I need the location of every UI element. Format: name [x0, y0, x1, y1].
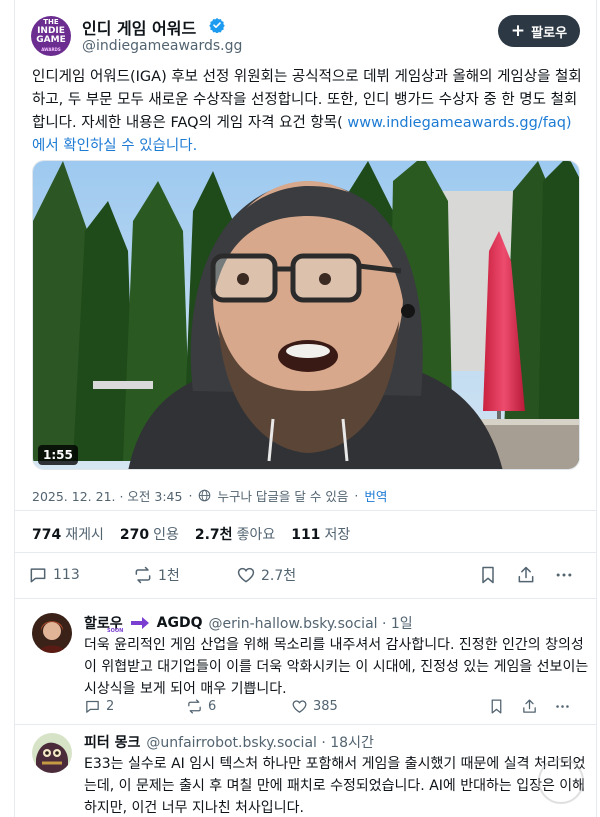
author-handle[interactable]: @indiegameawards.gg: [82, 38, 242, 54]
comment-icon: [86, 700, 99, 713]
reply-like-count: 385: [313, 699, 338, 714]
reply-avatar[interactable]: [32, 733, 72, 773]
post-timestamp[interactable]: 2025. 12. 21. · 오전 3:45: [32, 486, 182, 505]
heart-icon: [292, 700, 307, 713]
post-page: THE INDIE GAME AWARDS 인디 게임 어워드 @indiega…: [0, 0, 600, 817]
repost-icon: [188, 699, 201, 714]
reposts-count: 774: [32, 527, 62, 543]
follow-button[interactable]: + 팔로우: [498, 15, 580, 47]
reply-reply-button[interactable]: 2: [84, 698, 114, 715]
reply-more-button[interactable]: [554, 698, 571, 715]
watermark-circle: [538, 758, 584, 804]
quotes-label: 인용: [153, 527, 179, 543]
likes-label: 좋아요: [236, 527, 276, 543]
reply-author-handle[interactable]: @erin-hallow.bsky.social · 1일: [209, 613, 413, 633]
reply-author-handle[interactable]: @unfairrobot.bsky.social · 18시간: [146, 732, 373, 752]
reply-like-button[interactable]: 385: [291, 698, 338, 715]
avatar-text-3: AWARDS: [41, 47, 61, 52]
likes-count: 2.7천: [194, 527, 233, 543]
divider: [15, 724, 596, 725]
plus-icon: +: [510, 20, 526, 41]
like-button[interactable]: 2.7천: [236, 565, 296, 585]
more-icon: [556, 573, 572, 577]
reply-share-button[interactable]: [521, 698, 538, 715]
post-text: 인디게임 어워드(IGA) 후보 선정 위원회는 공식적으로 데뷔 게임상과 올…: [32, 66, 587, 158]
video-duration: 1:55: [38, 445, 78, 465]
saves-stat[interactable]: 111 저장: [291, 524, 350, 544]
reply-repost-button[interactable]: 6: [186, 698, 216, 715]
video-player[interactable]: [32, 160, 580, 470]
repost-count: 1천: [158, 568, 180, 584]
author-avatar[interactable]: THE INDIE GAME AWARDS: [31, 16, 71, 56]
reply-repost-count: 6: [208, 699, 217, 714]
reply-button[interactable]: 113: [28, 565, 80, 585]
more-icon: [556, 705, 569, 708]
divider: [15, 510, 596, 511]
engagement-stats: 774 재게시 270 인용 2.7천 좋아요 111 저장: [32, 524, 350, 544]
bookmark-button[interactable]: [478, 565, 498, 585]
meta-separator-2: ·: [354, 488, 359, 503]
reply-header: 할로우 AGDQ @erin-hallow.bsky.social · 1일: [84, 613, 413, 633]
share-icon: [518, 566, 534, 583]
post-actions: 113 1천 2.7천: [28, 565, 580, 589]
meta-separator: ·: [188, 488, 193, 503]
reply-header: 피터 몽크 @unfairrobot.bsky.social · 18시간: [84, 732, 374, 752]
divider: [15, 598, 596, 599]
more-options-button[interactable]: [554, 565, 574, 585]
reply-bookmark-button[interactable]: [488, 698, 505, 715]
reply-actions: 2 6 385: [84, 698, 584, 718]
reposts-label: 재게시: [65, 527, 104, 543]
follow-label: 팔로우: [531, 25, 568, 41]
reply-author-name[interactable]: 피터 몽크: [84, 732, 140, 752]
reply-reply-count: 2: [106, 699, 115, 714]
translate-link[interactable]: 번역: [364, 486, 387, 505]
reply-setting: 누구나 답글을 달 수 있음: [217, 489, 349, 504]
author-display-name[interactable]: 인디 게임 어워드: [82, 15, 196, 39]
share-button[interactable]: [516, 565, 536, 585]
right-border: [596, 0, 597, 817]
reply-text: 더욱 윤리적인 게임 산업을 위해 목소리를 내주셔서 감사합니다. 진정한 인…: [84, 637, 589, 697]
reply-author-name-suffix[interactable]: AGDQ: [157, 615, 203, 631]
saves-label: 저장: [324, 527, 351, 543]
reply-avatar[interactable]: [32, 613, 72, 653]
comment-icon: [30, 568, 46, 583]
heart-icon: [237, 567, 255, 583]
quotes-stat[interactable]: 270 인용: [120, 524, 179, 544]
left-border: [14, 0, 15, 817]
soon-arrow-icon: [130, 617, 149, 629]
video-frame-image: [33, 161, 579, 469]
post-meta: 2025. 12. 21. · 오전 3:45 · 누구나 답글을 달 수 있음…: [32, 486, 387, 505]
reply-avatar-image: [32, 613, 72, 653]
repost-icon: [135, 566, 151, 584]
bookmark-icon: [491, 699, 502, 714]
divider: [15, 552, 596, 553]
quotes-count: 270: [119, 527, 150, 543]
bookmark-icon: [482, 566, 494, 584]
likes-stat[interactable]: 2.7천 좋아요: [195, 524, 275, 544]
saves-count: 111: [291, 527, 321, 543]
like-count: 2.7천: [261, 568, 297, 584]
repost-button[interactable]: 1천: [133, 565, 180, 585]
verified-badge-icon: [209, 18, 225, 33]
reply-avatar-image: [32, 733, 72, 773]
share-icon: [523, 699, 536, 713]
reply-text: E33는 실수로 AI 임시 텍스처 하나만 포함해서 게임을 출시했기 때문에…: [84, 756, 586, 816]
reply-count: 113: [53, 567, 80, 583]
reposts-stat[interactable]: 774 재게시: [32, 524, 104, 544]
globe-icon: [199, 489, 211, 502]
avatar-text-2: INDIE GAME: [36, 26, 66, 45]
